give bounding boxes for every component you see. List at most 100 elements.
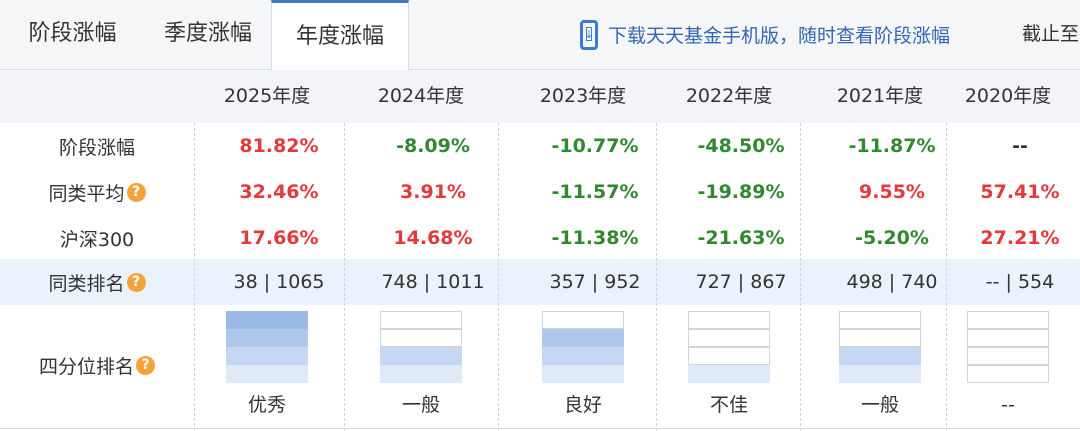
rank-value-cell: 498 | 740 bbox=[846, 271, 938, 293]
return-value-cell: -11.57% bbox=[551, 181, 639, 203]
quartile-segment bbox=[380, 329, 462, 347]
quartile-rating: 良好 bbox=[563, 394, 602, 416]
return-value-cell: -11.38% bbox=[551, 227, 639, 249]
quartile-bar bbox=[226, 311, 308, 383]
quartile-segment bbox=[967, 365, 1049, 383]
table-row: 沪深300 17.66% 14.68% -11.38% -21.63% -5.20% 27.… bbox=[0, 215, 1080, 261]
row-label: 沪深300 bbox=[0, 215, 194, 261]
quartile-segment bbox=[542, 347, 624, 365]
quartile-bar bbox=[542, 311, 624, 383]
quartile-bar bbox=[839, 311, 921, 383]
tab-bar: 阶段涨幅 季度涨幅 年度涨幅 ↓ 下载天天基金手机版，随时查看阶段涨幅 截止至 bbox=[0, 0, 1080, 71]
return-value-cell: 17.66% bbox=[239, 227, 319, 249]
quartile-segment bbox=[688, 347, 770, 365]
return-value-cell: 57.41% bbox=[980, 181, 1060, 203]
quartile-segment bbox=[688, 329, 770, 347]
return-value-cell: 3.91% bbox=[400, 181, 466, 203]
quartile-rating: 一般 bbox=[860, 394, 899, 416]
app-download-text: 下载天天基金手机版，随时查看阶段涨幅 bbox=[608, 25, 951, 47]
return-value-cell: -8.09% bbox=[396, 135, 470, 157]
quartile-segment bbox=[380, 311, 462, 329]
quartile-segment bbox=[226, 347, 308, 365]
column-divider bbox=[800, 123, 801, 431]
return-value-cell: -11.87% bbox=[848, 135, 936, 157]
quartile-segment bbox=[380, 347, 462, 365]
app-download-link[interactable]: ↓ 下载天天基金手机版，随时查看阶段涨幅 bbox=[580, 0, 950, 69]
row-label-text: 沪深300 bbox=[59, 228, 135, 251]
tab-quarterly-return[interactable]: 季度涨幅 bbox=[145, 0, 271, 69]
quartile-segment bbox=[839, 329, 921, 347]
tab-stage-return[interactable]: 阶段涨幅 bbox=[0, 0, 145, 69]
rank-value-cell: -- | 554 bbox=[985, 271, 1055, 293]
return-value-cell: 14.68% bbox=[393, 227, 473, 249]
quartile-segment bbox=[967, 347, 1049, 365]
quartile-bar bbox=[380, 311, 462, 383]
return-value-cell: 27.21% bbox=[980, 227, 1060, 249]
column-divider bbox=[946, 123, 947, 431]
quartile-segment bbox=[688, 311, 770, 329]
table-bottom-border bbox=[0, 428, 1080, 429]
return-value-cell: 81.82% bbox=[239, 135, 319, 157]
return-value-cell: -10.77% bbox=[551, 135, 639, 157]
quartile-segment bbox=[839, 347, 921, 365]
quartile-rating: -- bbox=[1001, 394, 1015, 416]
row-label-text: 四分位排名 bbox=[38, 355, 134, 378]
row-label: 四分位排名? bbox=[0, 305, 194, 425]
quartile-segment bbox=[542, 365, 624, 383]
row-label-text: 同类平均 bbox=[48, 182, 125, 205]
tab-annual-return[interactable]: 年度涨幅 bbox=[271, 0, 409, 71]
quartile-segment bbox=[226, 311, 308, 329]
quartile-segment bbox=[839, 311, 921, 329]
year-header-2: 2023年度 bbox=[539, 85, 627, 107]
return-value-cell: -21.63% bbox=[697, 227, 785, 249]
rank-value-cell: 748 | 1011 bbox=[381, 271, 485, 293]
question-circle-icon[interactable]: ? bbox=[126, 182, 146, 202]
rank-value-cell: 357 | 952 bbox=[549, 271, 641, 293]
row-label-text: 同类排名 bbox=[48, 272, 125, 295]
rank-row: 同类排名? 38 | 1065 748 | 1011 357 | 952 727 | 8… bbox=[0, 259, 1080, 305]
question-circle-icon[interactable]: ? bbox=[126, 272, 146, 292]
quartile-segment bbox=[967, 329, 1049, 347]
quartile-segment bbox=[688, 365, 770, 383]
quartile-row: 四分位排名? bbox=[0, 305, 194, 425]
quartile-segment bbox=[839, 365, 921, 383]
return-value-cell: -19.89% bbox=[697, 181, 785, 203]
return-value-cell: -48.50% bbox=[697, 135, 785, 157]
year-header-5: 2020年度 bbox=[964, 85, 1052, 107]
return-value-cell: 32.46% bbox=[239, 181, 319, 203]
quartile-segment bbox=[967, 311, 1049, 329]
rank-value-cell: 727 | 867 bbox=[695, 271, 787, 293]
return-value-cell: 9.55% bbox=[859, 181, 925, 203]
year-header-4: 2021年度 bbox=[836, 85, 924, 107]
mobile-download-icon: ↓ bbox=[580, 19, 598, 50]
row-label: 同类排名? bbox=[0, 259, 194, 305]
quartile-bar bbox=[688, 311, 770, 383]
cutoff-date-label: 截止至 bbox=[1022, 23, 1080, 45]
return-value-cell: -5.20% bbox=[855, 227, 929, 249]
row-label-text: 阶段涨幅 bbox=[58, 136, 135, 159]
quartile-segment bbox=[542, 311, 624, 329]
question-circle-icon[interactable]: ? bbox=[136, 355, 155, 375]
quartile-rating: 不佳 bbox=[709, 394, 748, 416]
column-divider bbox=[498, 123, 499, 431]
quartile-segment bbox=[380, 365, 462, 383]
quartile-rating: 一般 bbox=[401, 394, 440, 416]
column-divider bbox=[194, 123, 195, 431]
year-header-0: 2025年度 bbox=[223, 85, 311, 107]
year-header-row: 2025年度 2024年度 2023年度 2022年度 2021年度 2020年度 bbox=[0, 70, 1080, 123]
quartile-rating: 优秀 bbox=[247, 394, 286, 416]
return-value-cell: -- bbox=[1012, 135, 1028, 157]
row-label: 阶段涨幅 bbox=[0, 123, 194, 169]
column-divider bbox=[656, 123, 657, 431]
quartile-segment bbox=[226, 365, 308, 383]
year-header-1: 2024年度 bbox=[377, 85, 465, 107]
quartile-segment bbox=[542, 329, 624, 347]
row-label: 同类平均? bbox=[0, 169, 194, 215]
year-header-3: 2022年度 bbox=[685, 85, 773, 107]
quartile-segment bbox=[226, 329, 308, 347]
rank-value-cell: 38 | 1065 bbox=[233, 271, 325, 293]
table-row: 阶段涨幅 81.82% -8.09% -10.77% -48.50% -11.87% -- bbox=[0, 123, 1080, 169]
table-row: 同类平均? 32.46% 3.91% -11.57% -19.89% 9.55% 57.41… bbox=[0, 169, 1080, 215]
quartile-bar bbox=[967, 311, 1049, 383]
column-divider bbox=[344, 123, 345, 431]
